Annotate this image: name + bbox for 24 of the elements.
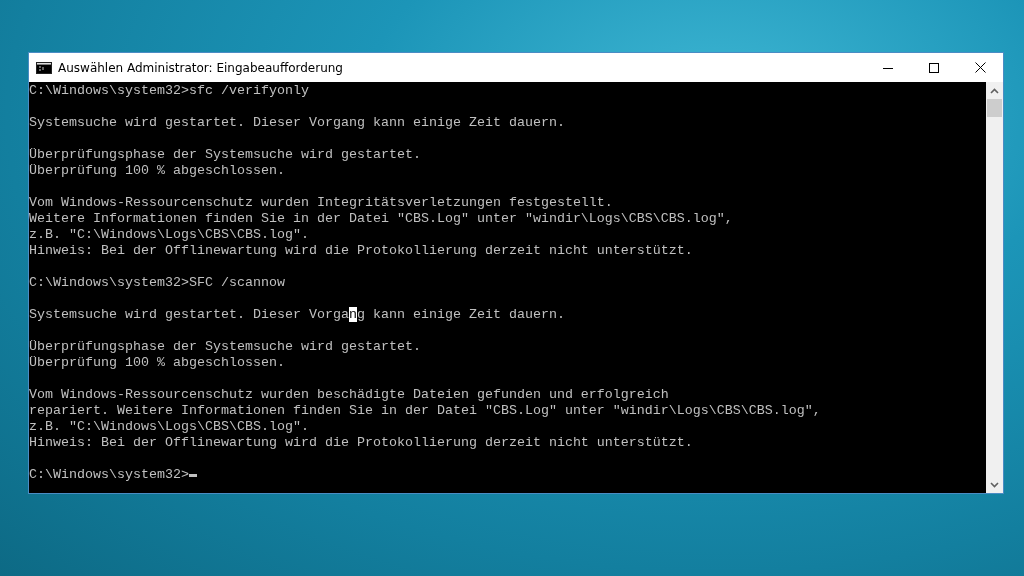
console-line: Überprüfung 100 % abgeschlossen. (29, 163, 285, 179)
console-line: z.B. "C:\Windows\Logs\CBS\CBS.log". (29, 227, 309, 243)
maximize-icon (929, 62, 939, 73)
console-line: C:\Windows\system32>SFC /scannow (29, 275, 285, 291)
console-line: C:\Windows\system32> (29, 467, 189, 483)
console-line: Überprüfungsphase der Systemsuche wird gestartet. (29, 339, 421, 355)
scrollbar[interactable] (986, 82, 1003, 493)
console-line: z.B. "C:\Windows\Logs\CBS\CBS.log". (29, 419, 309, 435)
chevron-up-icon (990, 87, 999, 94)
scrollbar-thumb[interactable] (987, 99, 1002, 117)
close-icon (974, 62, 986, 73)
console-line: Systemsuche wird gestartet. Dieser Vorgang kann einige Zeit dauern. (29, 115, 565, 131)
terminal-icon (36, 61, 52, 74)
console-line: Vom Windows-Ressourcenschutz wurden beschädigte Dateien gefunden und erfolgreich (29, 387, 669, 403)
console-line: C:\Windows\system32>sfc /verifyonly (29, 83, 309, 99)
console-line: Weitere Informationen finden Sie in der Datei "CBS.Log" unter "windir\Logs\CBS\CBS.log", (29, 211, 733, 227)
console-line: Überprüfung 100 % abgeschlossen. (29, 355, 285, 371)
console-line: Überprüfungsphase der Systemsuche wird gestartet. (29, 147, 421, 163)
console-line: Vom Windows-Ressourcenschutz wurden Integritätsverletzungen festgestellt. (29, 195, 613, 211)
console-line: repariert. Weitere Informationen finden Sie in der Datei "CBS.Log" unter "windir\Logs\CBS\CBS.log", (29, 403, 821, 419)
chevron-down-icon (990, 481, 999, 488)
console-line: Hinweis: Bei der Offlinewartung wird die Protokollierung derzeit nicht unterstützt. (29, 243, 693, 259)
console-line: Hinweis: Bei der Offlinewartung wird die Protokollierung derzeit nicht unterstützt. (29, 435, 693, 451)
window-title: Auswählen Administrator: Eingabeaufforderung (58, 60, 344, 75)
